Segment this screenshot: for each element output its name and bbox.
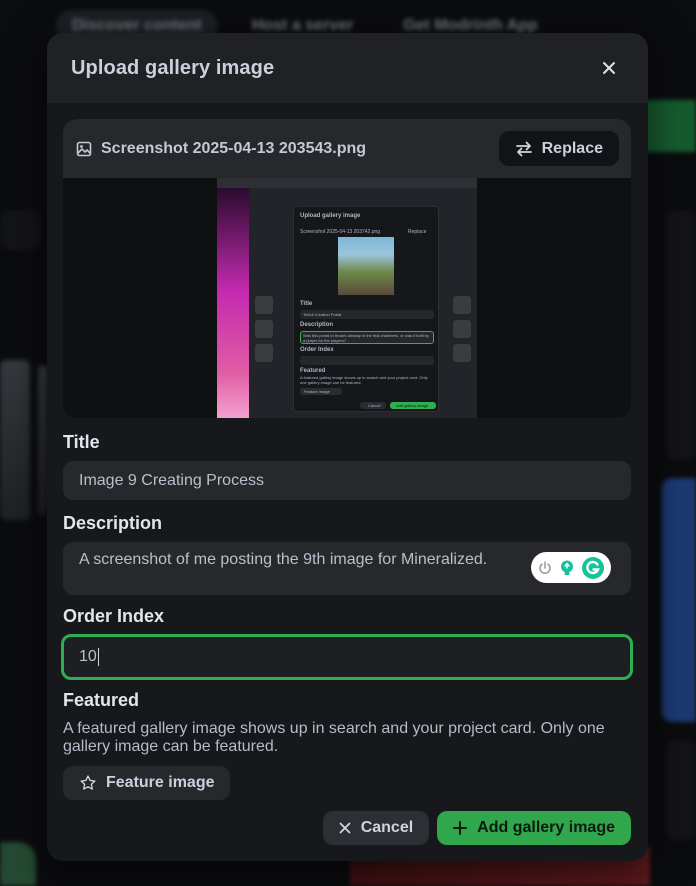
preview-tile [453, 296, 471, 314]
preview-description-value: Was this portal to thoses already in the… [303, 333, 429, 343]
preview-image-thumb [338, 237, 394, 295]
bg-blue-card [662, 478, 696, 722]
preview-title-value: Tinfoil Creation Portal [303, 312, 342, 317]
preview-gradient-panel [217, 188, 249, 418]
cancel-label: Cancel [360, 819, 414, 836]
add-gallery-image-button[interactable]: Add gallery image [437, 811, 631, 845]
description-textarea[interactable]: A screenshot of me posting the 9th image… [63, 542, 631, 595]
power-icon[interactable] [537, 560, 553, 576]
preview-tile [453, 344, 471, 362]
preview-tile [255, 320, 273, 338]
close-icon [603, 62, 615, 74]
bg-side-card [666, 740, 696, 840]
preview-tile [255, 296, 273, 314]
file-name-wrap: Screenshot 2025-04-13 203543.png [76, 140, 366, 158]
modal-title: Upload gallery image [71, 56, 275, 79]
close-button[interactable] [594, 53, 624, 83]
description-label: Description [63, 513, 163, 533]
preview-featured-label: Featured [300, 368, 326, 374]
cancel-button[interactable]: Cancel [322, 811, 430, 845]
upload-gallery-modal: Upload gallery image Screenshot 2025-04-… [47, 33, 648, 861]
text-caret [97, 648, 99, 666]
add-gallery-image-label: Add gallery image [477, 819, 615, 836]
order-index-label: Order Index [63, 606, 165, 626]
preview-feature-button-label: Feature image [304, 389, 330, 394]
preview-description-label: Description [300, 322, 334, 328]
image-icon [76, 141, 92, 156]
featured-help-text: A featured gallery image shows up in sea… [63, 720, 605, 755]
grammarly-widget[interactable] [531, 552, 611, 583]
modal-header: Upload gallery image [47, 33, 648, 103]
preview-tile [255, 344, 273, 362]
star-icon [80, 775, 96, 790]
bg-side-card [666, 210, 696, 460]
order-index-value: 10 [79, 648, 97, 665]
lightbulb-icon[interactable] [558, 559, 576, 577]
title-input-value: Image 9 Creating Process [79, 471, 264, 489]
swap-icon [515, 141, 532, 156]
preview-screenshot: Upload gallery image Screenshot 2025-04-… [217, 178, 477, 418]
replace-label: Replace [541, 139, 603, 157]
preview-order-label: Order Index [300, 347, 334, 353]
preview-featured-help: A featured gallery image shows up in sea… [300, 375, 428, 385]
preview-tile [453, 320, 471, 338]
grammarly-icon[interactable] [581, 556, 605, 580]
image-preview: Upload gallery image Screenshot 2025-04-… [63, 178, 631, 418]
preview-file-name: Screenshot 2025-04-13 203742.png [300, 229, 381, 235]
preview-title-label: Title [300, 301, 313, 307]
preview-replace: Replace [408, 229, 427, 235]
file-preview-box: Screenshot 2025-04-13 203543.png Replace [63, 119, 631, 418]
featured-label: Featured [63, 690, 140, 710]
file-name: Screenshot 2025-04-13 203543.png [101, 139, 367, 157]
preview-dialog-title: Upload gallery image [300, 213, 361, 219]
file-bar: Screenshot 2025-04-13 203543.png Replace [63, 119, 631, 178]
title-label: Title [63, 432, 100, 452]
modal-footer: Cancel Add gallery image [322, 811, 631, 845]
preview-dialog: Upload gallery image Screenshot 2025-04-… [293, 206, 439, 412]
preview-cancel-label: Cancel [368, 403, 381, 408]
title-input[interactable]: Image 9 Creating Process [63, 461, 631, 500]
bg-card [0, 210, 40, 250]
feature-image-label: Feature image [106, 774, 215, 791]
bg-green-blob [0, 842, 36, 886]
bg-thumb [0, 360, 30, 520]
order-index-input[interactable]: 10 [61, 634, 633, 680]
close-icon [339, 822, 351, 834]
feature-image-button[interactable]: Feature image [63, 766, 231, 800]
modal-body: Screenshot 2025-04-13 203543.png Replace [47, 103, 648, 800]
preview-order-field [300, 356, 434, 365]
description-textarea-value: A screenshot of me posting the 9th image… [79, 551, 488, 568]
preview-add-label: Add gallery image [396, 403, 429, 408]
preview-browser-chrome [217, 178, 477, 188]
replace-button[interactable]: Replace [498, 131, 619, 166]
plus-icon [453, 821, 468, 835]
